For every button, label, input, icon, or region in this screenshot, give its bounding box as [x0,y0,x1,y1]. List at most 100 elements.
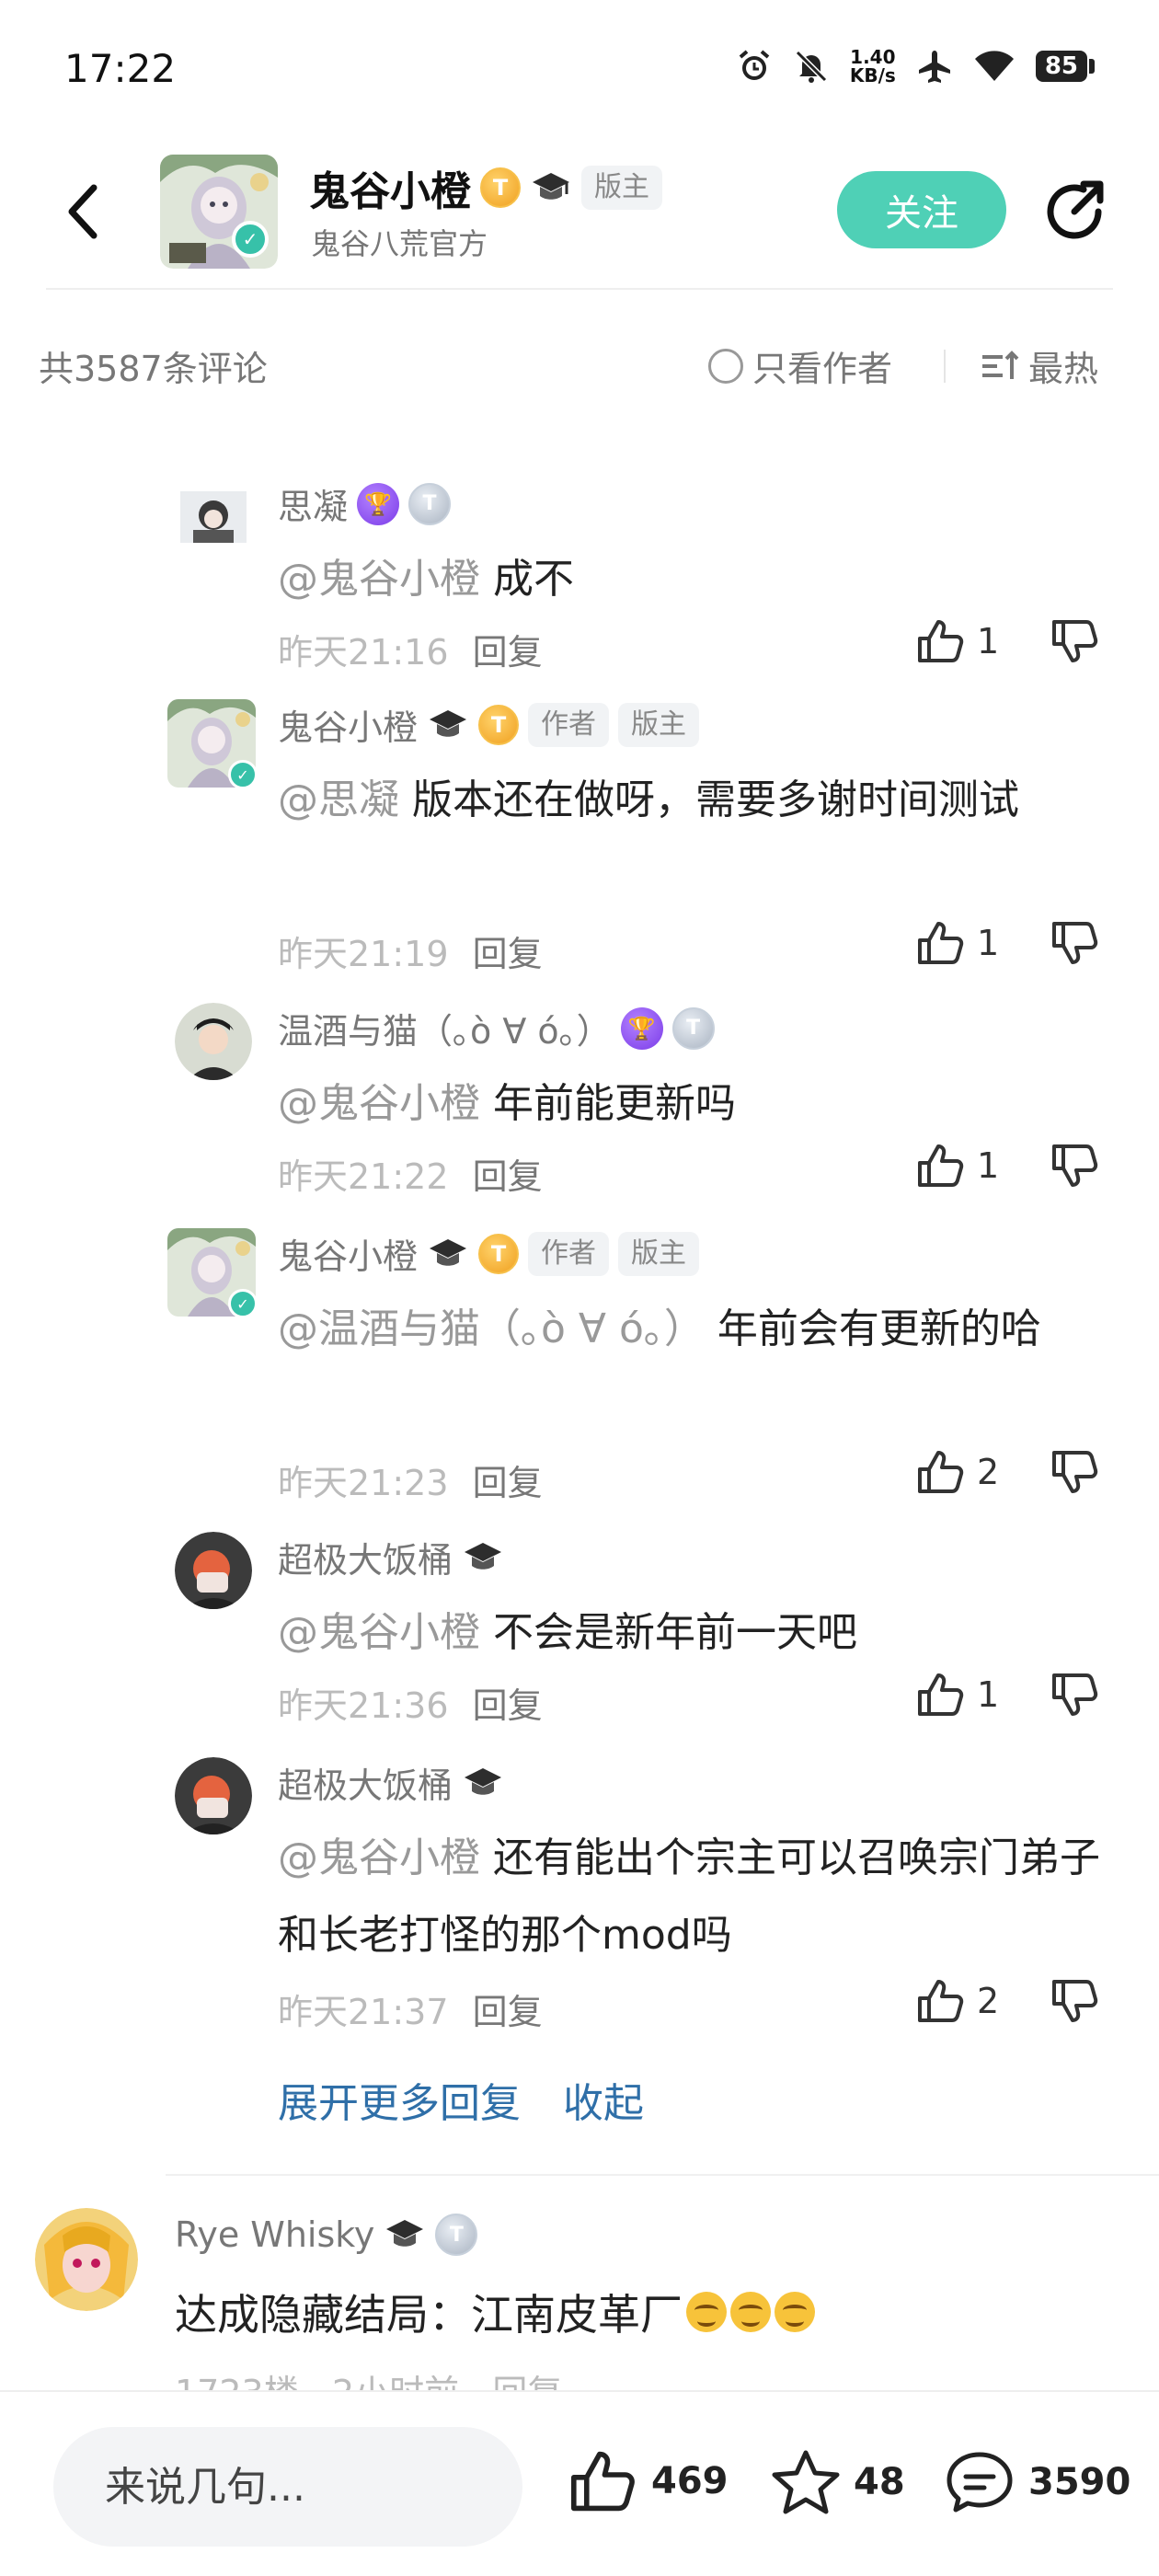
bottom-action-bar: 469 48 3590 [0,2390,1159,2576]
expand-more-replies-link[interactable]: 展开更多回复 [278,2070,521,2129]
post-like-button[interactable]: 469 [568,2449,729,2513]
thumbs-up-icon [918,1673,964,1716]
reply-text: 版本还在做呀，需要多谢时间测试 [412,776,1019,823]
sort-icon [982,350,1019,379]
like-button[interactable]: 1 [916,1143,999,1189]
reply-header: 思凝 🏆 T [278,478,452,529]
thumbs-down-icon[interactable] [1050,1978,1100,2024]
reply-button[interactable]: 回复 [473,1992,543,2032]
like-button[interactable]: 1 [916,618,999,664]
mention-link[interactable]: @鬼谷小橙 [278,1080,480,1127]
scholar-hat-badge-icon [462,1765,504,1801]
reply-content[interactable]: @鬼谷小橙 成不 [278,541,1106,618]
reply-meta: 昨天21:36 回复 [278,1677,543,1728]
back-arrow-icon [68,184,98,239]
author-tag: 作者 [528,1231,610,1276]
comments-count: 3590 [1028,2461,1131,2503]
mention-link[interactable]: @鬼谷小橙 [278,1609,480,1656]
thumbs-down-icon[interactable] [1050,920,1100,966]
author-name: 鬼谷小橙 [309,168,471,215]
comment-bubble-icon [947,2452,1013,2513]
reply-author[interactable]: 思凝 [278,478,348,529]
like-count: 2 [977,1452,1000,1492]
author-only-toggle[interactable]: 只看作者 [708,340,892,391]
thumbs-down-icon[interactable] [1050,1672,1100,1718]
thumbs-up-icon [571,2451,635,2512]
back-button[interactable] [55,175,110,248]
reply-author[interactable]: 鬼谷小橙 [278,1228,418,1279]
thumbs-up-icon [918,620,964,662]
reply-meta: 昨天21:16 回复 [278,624,543,674]
reply-item: 超极大饭桶 @鬼谷小橙 不会是新年前一天吧 昨天21:36 回复 1 [0,1532,1159,1734]
comments-button[interactable]: 3590 [944,2449,1130,2515]
mention-link[interactable]: @思凝 [278,776,399,823]
reply-author[interactable]: 鬼谷小橙 [278,699,418,750]
reply-content[interactable]: @鬼谷小橙 还有能出个宗主可以召唤宗门弟子和长老打怪的那个mod吗 [278,1820,1106,1974]
share-icon[interactable] [1039,177,1109,247]
mention-link[interactable]: @鬼谷小橙 [278,1834,480,1881]
collapse-replies-link[interactable]: 收起 [563,2070,644,2129]
reply-avatar[interactable] [175,1532,252,1609]
reply-header: 超极大饭桶 [278,1757,504,1808]
reply-button[interactable]: 回复 [473,1685,543,1726]
reply-content[interactable]: @思凝 版本还在做呀，需要多谢时间测试 [278,762,1106,839]
reply-button[interactable]: 回复 [473,1463,543,1503]
like-button[interactable]: 1 [916,1672,999,1718]
reply-item: 超极大饭桶 @鬼谷小橙 还有能出个宗主可以召唤宗门弟子和长老打怪的那个mod吗 … [0,1757,1159,2033]
reply-header: 鬼谷小橙 T 作者 版主 [278,1228,700,1279]
mention-link[interactable]: @温酒与猫（｡ò ∀ ó｡） [278,1305,705,1352]
comment-input[interactable] [53,2427,522,2547]
silver-level-badge-icon: T [671,1006,715,1050]
reply-content[interactable]: @鬼谷小橙 年前能更新吗 [278,1065,1106,1143]
like-button[interactable]: 2 [916,1449,999,1495]
reply-text: 不会是新年前一天吧 [493,1609,857,1656]
reply-header: 鬼谷小橙 T 作者 版主 [278,699,700,750]
reply-content[interactable]: @鬼谷小橙 不会是新年前一天吧 [278,1594,1106,1672]
reply-item: ✓ 鬼谷小橙 T 作者 版主 @思凝 版本还在做呀，需要多谢时间测试 昨天21:… [0,699,1159,975]
follow-button[interactable]: 关注 [837,171,1006,248]
thumbs-down-icon[interactable] [1050,618,1100,664]
reply-avatar[interactable] [175,478,252,556]
favorite-button[interactable]: 48 [771,2449,905,2515]
thumbs-down-icon[interactable] [1050,1143,1100,1189]
airplane-icon [918,51,950,83]
reply-author[interactable]: 温酒与猫（｡ò ∀ ó｡） [278,1003,612,1053]
comment-author[interactable]: Rye Whisky [175,2214,374,2255]
reply-content[interactable]: @温酒与猫（｡ò ∀ ó｡） 年前会有更新的哈 [278,1291,1106,1368]
like-button[interactable]: 2 [916,1978,999,2024]
sort-label: 最热 [1028,349,1099,389]
reply-text: 年前会有更新的哈 [717,1305,1041,1352]
gold-level-badge-icon: T [478,704,520,745]
moderator-tag: 版主 [618,1231,700,1276]
reply-author[interactable]: 超极大饭桶 [278,1532,453,1582]
reply-button[interactable]: 回复 [473,632,543,673]
like-count: 1 [977,1145,1000,1186]
verified-badge-icon: ✓ [228,1289,258,1318]
author-subtitle: 鬼谷八荒官方 [311,226,488,261]
reply-header: 超极大饭桶 [278,1532,504,1582]
toolbar-divider [944,350,946,383]
scholar-hat-badge-icon [462,1539,504,1576]
reply-time: 昨天21:16 [278,632,449,673]
reply-avatar[interactable] [175,1757,252,1834]
reply-button[interactable]: 回复 [473,1156,543,1197]
star-icon [772,2450,840,2514]
reply-avatar[interactable] [175,1003,252,1080]
wifi-icon [974,51,1014,81]
trophy-badge-icon: 🏆 [357,482,400,525]
comment-avatar[interactable] [35,2208,138,2311]
mention-link[interactable]: @鬼谷小橙 [278,556,480,603]
reply-author[interactable]: 超极大饭桶 [278,1757,453,1808]
status-time: 17:22 [64,46,177,91]
comment-divider [166,2174,1159,2176]
thumbs-down-icon[interactable] [1050,1449,1100,1495]
sort-selector[interactable]: 最热 [981,340,1098,391]
reply-time: 昨天21:36 [278,1685,449,1726]
reply-time: 昨天21:19 [278,934,449,974]
like-button[interactable]: 1 [916,920,999,966]
reply-button[interactable]: 回复 [473,934,543,974]
network-speed: 1.40 KB/s [849,46,896,86]
battery-level: 85 [1035,51,1087,82]
reply-expand-controls: 展开更多回复 收起 [278,2070,644,2129]
comment-content[interactable]: 达成隐藏结局：江南皮革厂 [175,2282,815,2342]
